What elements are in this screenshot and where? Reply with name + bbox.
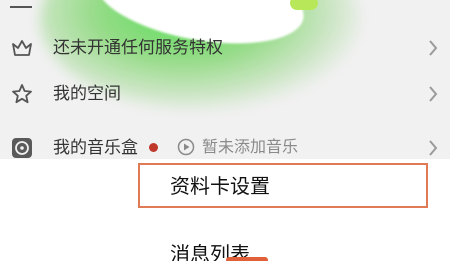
chevron-right-icon: [426, 84, 440, 104]
chevron-right-icon: [426, 38, 440, 58]
settings-panel: 还未开通任何服务特权 我的空间 我的音乐盒 暂未添加音乐: [0, 0, 450, 159]
profile-card-settings-label: 资料卡设置: [170, 174, 270, 198]
my-space-label: 我的空间: [53, 84, 121, 104]
music-box-label: 我的音乐盒: [53, 138, 138, 158]
my-space-row[interactable]: 我的空间: [0, 74, 450, 114]
annotation-mark: [226, 257, 268, 261]
star-icon: [10, 82, 34, 106]
crown-icon: [10, 36, 34, 60]
profile-card-settings-option[interactable]: 资料卡设置: [138, 163, 428, 208]
play-circle-icon: [177, 138, 195, 156]
action-sheet: 资料卡设置 消息列表: [0, 159, 450, 261]
notification-dot: [149, 143, 158, 152]
music-disc-icon: [10, 136, 34, 159]
vip-privilege-label: 还未开通任何服务特权: [53, 38, 223, 58]
chevron-right-icon: [426, 138, 440, 158]
level-badge: [290, 0, 318, 10]
vip-privilege-row[interactable]: 还未开通任何服务特权: [0, 28, 450, 68]
partial-top-icon: [10, 0, 32, 8]
music-hint-text: 暂未添加音乐: [202, 137, 299, 156]
